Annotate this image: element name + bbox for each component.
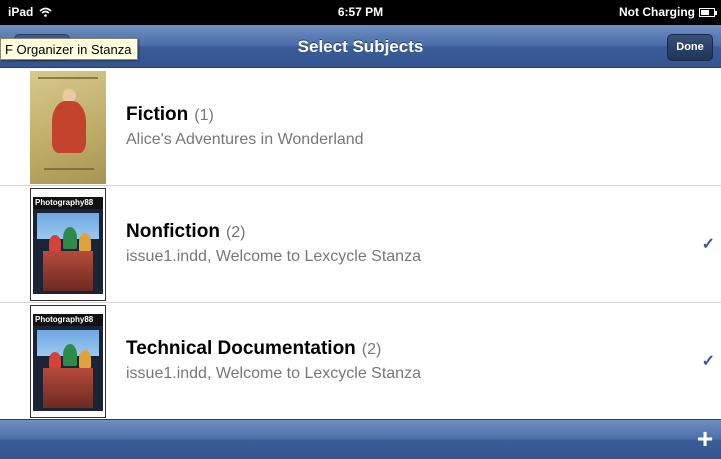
book-cover-image bbox=[30, 71, 106, 184]
subject-title: Technical Documentation (2) bbox=[126, 338, 382, 359]
status-time: 6:57 PM bbox=[337, 5, 384, 19]
battery-icon bbox=[699, 7, 717, 17]
subject-title: Fiction (1) bbox=[126, 104, 214, 125]
checkmark-icon: ✓ bbox=[701, 353, 715, 370]
subject-row-technical-documentation[interactable]: Photography88 Technical Documentation (2)… bbox=[0, 303, 721, 420]
subject-title: Nonfiction (2) bbox=[126, 221, 246, 242]
status-right: Not Charging bbox=[619, 5, 717, 19]
subject-row-nonfiction[interactable]: Photography88 Nonfiction (2) issue1.indd,… bbox=[0, 186, 721, 303]
cover-label: Photography88 bbox=[33, 314, 103, 326]
subject-books: issue1.indd, Welcome to Lexcycle Stanza bbox=[126, 365, 421, 382]
checkmark-icon: ✓ bbox=[701, 236, 715, 253]
magazine-cover-image: Photography88 bbox=[30, 188, 106, 301]
bottom-toolbar: + bbox=[0, 419, 721, 459]
subject-row-fiction[interactable]: Fiction (1) Alice's Adventures in Wonderl… bbox=[0, 69, 721, 186]
status-bar: iPad 6:57 PM Not Charging bbox=[0, 0, 721, 25]
add-subject-button[interactable]: + bbox=[693, 423, 717, 455]
cover-label: Photography88 bbox=[33, 197, 103, 209]
subject-count: (2) bbox=[361, 341, 382, 358]
subject-books: Alice's Adventures in Wonderland bbox=[126, 131, 364, 148]
subjects-list: Fiction (1) Alice's Adventures in Wonderl… bbox=[0, 69, 721, 420]
subject-count: (1) bbox=[194, 107, 214, 124]
subject-books: issue1.indd, Welcome to Lexcycle Stanza bbox=[126, 248, 421, 265]
magazine-cover-image: Photography88 bbox=[30, 305, 106, 418]
subject-count: (2) bbox=[225, 224, 246, 241]
done-button[interactable]: Done bbox=[667, 34, 713, 61]
tooltip: F Organizer in Stanza bbox=[0, 38, 139, 60]
charging-status: Not Charging bbox=[619, 5, 695, 19]
